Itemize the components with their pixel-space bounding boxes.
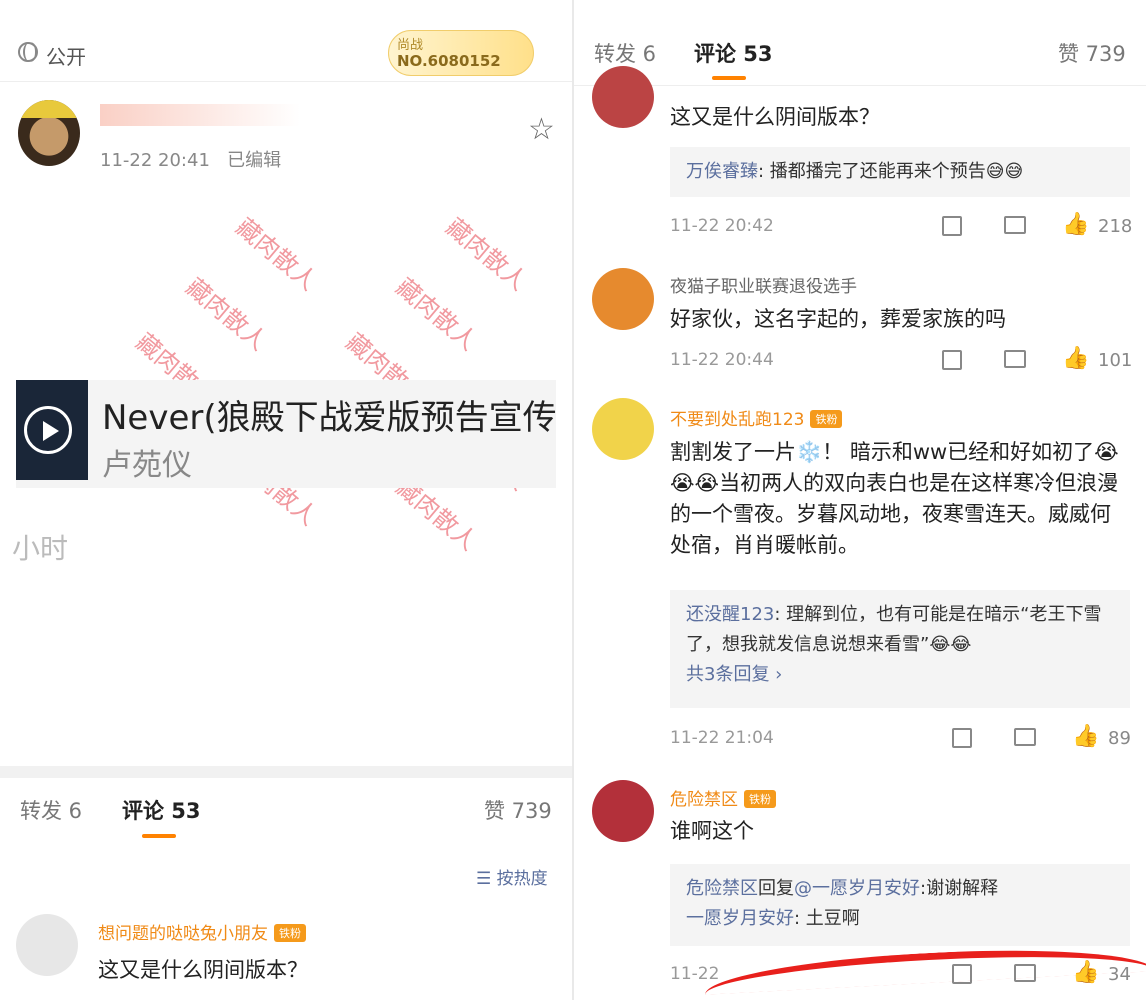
more-replies-link[interactable]: 共3条回复 › [686, 664, 782, 685]
comment-icon[interactable] [1014, 728, 1036, 746]
visibility-label[interactable]: 公开 [46, 41, 86, 70]
video-card[interactable]: Never(狼殿下战爱版预告宣传 卢苑仪 [16, 380, 557, 488]
comment-text: 这又是什么阴间版本？ [670, 105, 880, 129]
comment-icon[interactable] [1014, 964, 1036, 982]
fan-level-badge: 铁粉 [744, 790, 776, 808]
active-tab-indicator [142, 834, 176, 838]
commenter-name[interactable]: 想问题的哒哒兔小朋友 铁粉 [98, 919, 306, 944]
commenter-avatar[interactable] [592, 66, 654, 128]
share-icon[interactable] [942, 350, 962, 370]
watermark: 藏肉散人 [390, 272, 483, 356]
reply-text: : 播都播完了还能再来个预告😅😅 [758, 161, 1024, 182]
watermark: 藏肉散人 [180, 272, 273, 356]
globe-icon [18, 42, 38, 62]
badge-number: NO.6080152 [397, 52, 501, 70]
commenter-name[interactable]: 危险禁区 铁粉 [670, 785, 776, 810]
tab-comments[interactable]: 评论 53 [694, 38, 773, 68]
left-screenshot-panel: 公开 尚战 NO.6080152 11-22 20:41 已编辑 ☆ 藏肉散人 … [0, 0, 572, 1000]
comment-icon[interactable] [1004, 350, 1026, 368]
commenter-avatar[interactable] [16, 914, 78, 976]
reply-preview[interactable]: 万俟睿臻: 播都播完了还能再来个预告😅😅 [670, 147, 1130, 197]
post-time: 11-22 20:41 已编辑 [100, 146, 281, 172]
post-content: 藏肉散人 藏肉散人 藏肉散人 藏肉散人 藏肉散人 藏肉散人 藏肉散人 藏肉散人 … [0, 195, 572, 750]
like-count: 218 [1098, 216, 1133, 237]
like-icon[interactable]: 👍 [1072, 724, 1099, 749]
author-name-obscured [100, 104, 300, 126]
reply-author[interactable]: 还没醒123 [686, 604, 774, 625]
reply-author[interactable]: 万俟睿臻 [686, 161, 758, 182]
comment-time: 11-22 20:44 [670, 350, 774, 370]
comment-text: 这又是什么阴间版本？ [98, 958, 308, 982]
commenter-avatar[interactable] [592, 780, 654, 842]
tab-likes[interactable]: 赞 739 [1058, 38, 1126, 68]
reply-preview[interactable]: 还没醒123: 理解到位，也有可能是在暗示“老王下雪了，想我就发信息说想来看雪”… [670, 590, 1130, 708]
like-icon[interactable]: 👍 [1062, 346, 1089, 371]
right-screenshot-panel: 转发 6 评论 53 赞 739 这又是什么阴间版本？ 万俟睿臻: 播都播完了还… [574, 0, 1146, 1000]
badge-title: 尚战 [397, 38, 424, 53]
like-count: 101 [1098, 350, 1133, 371]
author-avatar[interactable] [18, 100, 80, 166]
like-icon[interactable]: 👍 [1072, 960, 1099, 985]
comment-icon[interactable] [1004, 216, 1026, 234]
like-icon[interactable]: 👍 [1062, 212, 1089, 237]
favorite-star-icon[interactable]: ☆ [528, 112, 555, 147]
edited-label: 已编辑 [227, 150, 282, 171]
play-icon[interactable] [24, 406, 72, 454]
watermark: 藏肉散人 [440, 212, 533, 296]
comment-time: 11-22 [670, 964, 720, 984]
reply-text: : 土豆啊 [794, 908, 860, 929]
commenter-avatar[interactable] [592, 398, 654, 460]
reply-mention[interactable]: @一愿岁月安好 [794, 878, 920, 899]
comment-text: 好家伙，这名字起的，葬爱家族的吗 [670, 307, 1006, 331]
commenter-name-text: 危险禁区 [670, 790, 738, 810]
sort-by-hot-button[interactable]: ☰ 按热度 [476, 864, 548, 889]
reply-preview[interactable]: 危险禁区回复@一愿岁月安好:谢谢解释 一愿岁月安好: 土豆啊 [670, 864, 1130, 946]
sort-icon: ☰ [476, 869, 492, 889]
text-fragment: 小时 [12, 532, 69, 565]
fan-level-badge: 铁粉 [810, 410, 843, 428]
fan-badge[interactable]: 尚战 NO.6080152 [388, 30, 534, 76]
comment-tabs: 转发 6 评论 53 赞 739 [574, 0, 1146, 86]
share-icon[interactable] [952, 964, 972, 984]
watermark: 藏肉散人 [230, 212, 323, 296]
video-thumbnail[interactable] [16, 380, 88, 480]
like-count: 89 [1108, 728, 1131, 749]
comment-time: 11-22 21:04 [670, 728, 774, 748]
post-header-bar: 公开 尚战 NO.6080152 [0, 22, 572, 82]
tab-repost[interactable]: 转发 6 [20, 795, 82, 825]
share-icon[interactable] [952, 728, 972, 748]
comment-text: 割割发了一片❄️！ 暗示和ww已经和好如初了😭😭😭当初两人的双向表白也是在这样寒… [670, 440, 1119, 557]
sort-label: 按热度 [496, 869, 548, 889]
reply-verb: 回复 [758, 878, 794, 899]
tab-comments[interactable]: 评论 53 [122, 795, 201, 825]
fan-level-badge: 铁粉 [274, 924, 306, 942]
commenter-name[interactable]: 不要到处乱跑123 铁粉 [670, 405, 843, 430]
commenter-name-text: 想问题的哒哒兔小朋友 [98, 924, 268, 944]
active-tab-indicator [712, 76, 746, 80]
comment-time: 11-22 20:42 [670, 216, 774, 236]
video-author: 卢苑仪 [102, 448, 192, 483]
like-count: 34 [1108, 964, 1131, 985]
share-icon[interactable] [942, 216, 962, 236]
reply-author[interactable]: 一愿岁月安好 [686, 908, 794, 929]
reply-author[interactable]: 危险禁区 [686, 878, 758, 899]
comment-tabs: 转发 6 评论 53 赞 739 [0, 766, 572, 848]
video-title: Never(狼殿下战爱版预告宣传 [102, 398, 557, 438]
tab-likes[interactable]: 赞 739 [484, 795, 552, 825]
reply-text: :谢谢解释 [920, 878, 999, 899]
commenter-avatar[interactable] [592, 268, 654, 330]
post-timestamp: 11-22 20:41 [100, 150, 210, 171]
commenter-name[interactable]: 夜猫子职业联赛退役选手 [670, 272, 857, 297]
tab-repost[interactable]: 转发 6 [594, 38, 656, 68]
commenter-name-text: 不要到处乱跑123 [670, 410, 805, 430]
comment-text: 谁啊这个 [670, 819, 754, 843]
